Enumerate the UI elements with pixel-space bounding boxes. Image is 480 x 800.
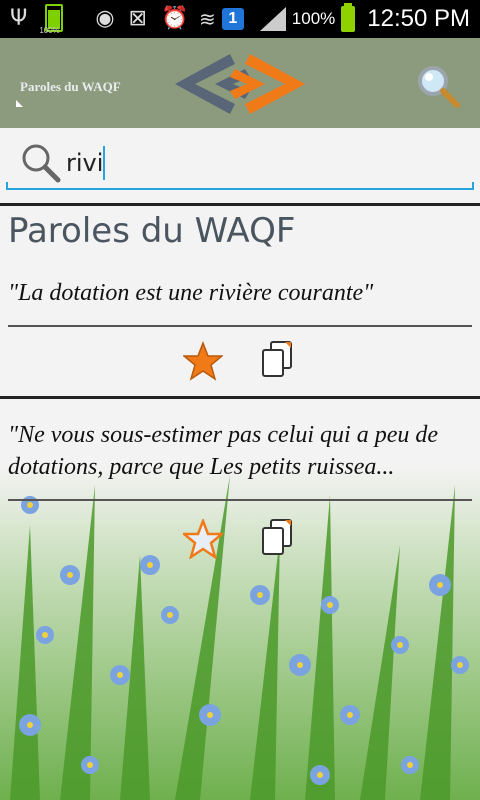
quote-text: "Ne vous sous-estimer pas celui qui a pe… (8, 422, 439, 480)
favorite-star-icon[interactable] (183, 341, 223, 381)
text-cursor (103, 146, 105, 180)
search-input[interactable] (66, 144, 456, 182)
favorite-star-outline-icon[interactable] (183, 519, 223, 559)
quote-text: "La dotation est une rivière courante" (8, 280, 374, 306)
search-action-icon[interactable] (414, 62, 462, 110)
action-bar: Paroles du WAQF (0, 38, 480, 128)
app-title: Paroles du WAQF (20, 79, 121, 94)
quote-card[interactable]: "Ne vous sous-estimer pas celui qui a pe… (0, 399, 480, 579)
list-header: Paroles du WAQF (8, 211, 296, 251)
notification-badge: 1 (221, 8, 244, 30)
search-icon (22, 144, 61, 183)
status-right: ≋ 1 100% 12:50 PM (199, 0, 470, 38)
overflow-indicator (16, 100, 23, 107)
wifi-icon: ≋ (199, 7, 216, 31)
search-underline (6, 182, 474, 190)
quote-rule (8, 325, 472, 327)
battery-widget: 100% (39, 4, 67, 35)
status-bar: Ψ 100% ◉ ⊠ ⏰ ≋ 1 100% 12:50 PM (0, 0, 480, 38)
eye-icon: ◉ (95, 6, 115, 31)
waqf-logo (175, 54, 305, 114)
battery-small-label: 100% (39, 26, 60, 35)
quote-card[interactable]: Paroles du WAQF "La dotation est une riv… (0, 205, 480, 395)
quote-rule (8, 499, 472, 501)
copy-icon[interactable] (257, 517, 297, 557)
usb-icon: Ψ (10, 6, 28, 31)
vibrate-mute-icon: ⊠ (128, 6, 147, 31)
clock: 12:50 PM (367, 5, 470, 32)
battery-percent: 100% (291, 9, 336, 28)
search-bar (0, 128, 480, 202)
status-left: Ψ 100% ◉ ⊠ ⏰ (10, 4, 189, 35)
alarm-icon: ⏰ (160, 6, 189, 31)
results-list: Paroles du WAQF "La dotation est une riv… (0, 205, 480, 800)
battery-icon (341, 3, 356, 32)
signal-icon (259, 7, 286, 31)
copy-icon[interactable] (257, 339, 297, 379)
